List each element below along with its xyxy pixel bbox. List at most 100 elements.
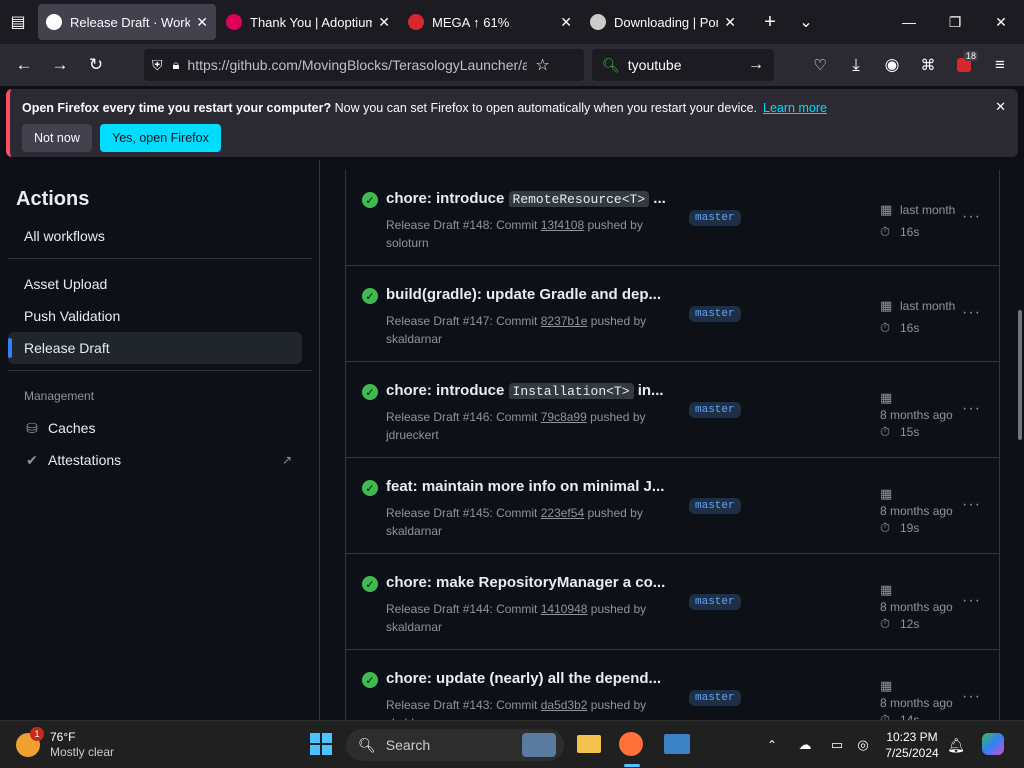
workflow-run-row[interactable]: ✓ chore: introduce Installation<T> in...…	[345, 362, 1000, 458]
run-title-text: chore: update (nearly) all the depend...	[386, 670, 662, 687]
back-button[interactable]: ←	[6, 47, 42, 83]
hamburger-menu-icon[interactable]: ≡	[982, 47, 1018, 83]
list-all-tabs-icon[interactable]: ▤	[0, 0, 36, 44]
commit-sha-link[interactable]: 79c8a99	[541, 410, 587, 424]
run-title[interactable]: chore: update (nearly) all the depend...	[386, 670, 676, 687]
workflow-run-row[interactable]: ✓ chore: introduce RemoteResource<T> ...…	[345, 170, 1000, 266]
workflow-run-row[interactable]: ✓ build(gradle): update Gradle and dep..…	[345, 266, 1000, 362]
branch-badge[interactable]: master	[689, 594, 741, 610]
close-notification-icon[interactable]: ✕	[995, 99, 1006, 115]
taskbar-search-box[interactable]: 🔍︎ Search	[346, 729, 564, 761]
close-tab-icon[interactable]: ✕	[724, 14, 736, 31]
commit-sha-link[interactable]: 223ef54	[541, 506, 584, 520]
run-title[interactable]: chore: introduce Installation<T> in...	[386, 382, 676, 399]
commit-sha-link[interactable]: 8237b1e	[541, 314, 588, 328]
url-bar[interactable]: ⛨ 🔒︎ https://github.com/MovingBlocks/Ter…	[144, 49, 584, 81]
onedrive-icon[interactable]: ☁	[794, 733, 816, 757]
tab-overflow-chevron-icon[interactable]: ⌄	[788, 0, 824, 44]
stopwatch-icon: ⏱︎	[880, 616, 891, 631]
sidebar-item-attestations[interactable]: ✔ Attestations ↗	[8, 444, 302, 476]
weather-widget[interactable]: 1 76°F Mostly clear	[16, 727, 126, 763]
kebab-menu-icon[interactable]: ···	[962, 400, 981, 418]
extension-badge-icon[interactable]: 18	[946, 47, 982, 83]
new-tab-button[interactable]: +	[752, 0, 788, 44]
calendar-icon: ▦	[880, 298, 893, 313]
account-icon[interactable]: ◉	[874, 47, 910, 83]
kebab-menu-icon[interactable]: ···	[962, 592, 981, 610]
commit-sha-link[interactable]: 1410948	[541, 602, 588, 616]
branch-badge[interactable]: master	[689, 498, 741, 514]
display-icon[interactable]: ▭	[826, 733, 848, 757]
kebab-menu-icon[interactable]: ···	[962, 208, 981, 226]
run-user[interactable]: skaldarnar	[386, 524, 442, 538]
file-explorer-icon[interactable]	[574, 729, 604, 759]
lock-icon[interactable]: 🔒︎	[173, 57, 180, 73]
firefox-taskbar-icon[interactable]	[616, 729, 646, 759]
yes-open-firefox-button[interactable]: Yes, open Firefox	[100, 124, 221, 152]
close-window-button[interactable]: ✕	[978, 0, 1024, 44]
branch-badge[interactable]: master	[689, 210, 741, 226]
close-tab-icon[interactable]: ✕	[196, 14, 208, 31]
run-user[interactable]: skaldarnar	[386, 620, 442, 634]
sidebar-item-all-workflows[interactable]: All workflows	[8, 220, 302, 252]
run-duration: ⏱︎ 19s	[880, 520, 919, 536]
page-scrollbar-thumb[interactable]	[1018, 310, 1022, 440]
extensions-puzzle-icon[interactable]: ⌘	[910, 47, 946, 83]
workflow-run-row[interactable]: ✓ feat: maintain more info on minimal J.…	[345, 458, 1000, 554]
run-date: ▦ 8 months ago	[880, 582, 953, 614]
run-title[interactable]: build(gradle): update Gradle and dep...	[386, 286, 676, 303]
pocket-icon[interactable]: ♡	[802, 47, 838, 83]
kebab-menu-icon[interactable]: ···	[962, 688, 981, 706]
start-button[interactable]	[306, 729, 336, 759]
maximize-button[interactable]: ❐	[932, 0, 978, 44]
run-title[interactable]: chore: introduce RemoteResource<T> ...	[386, 190, 676, 207]
branch-badge[interactable]: master	[689, 306, 741, 322]
branch-badge[interactable]: master	[689, 690, 741, 706]
run-user[interactable]: skaldarnar	[386, 332, 442, 346]
sidebar-item-push-validation[interactable]: Push Validation	[8, 300, 302, 332]
learn-more-link[interactable]: Learn more	[763, 101, 827, 115]
show-hidden-icons-chevron-icon[interactable]: ⌃	[762, 733, 782, 757]
run-title[interactable]: feat: maintain more info on minimal J...	[386, 478, 676, 495]
copilot-icon[interactable]	[980, 729, 1006, 759]
workflow-run-row[interactable]: ✓ chore: update (nearly) all the depend.…	[345, 650, 1000, 720]
bookmark-star-icon[interactable]: ☆	[535, 55, 549, 75]
management-label: Management	[24, 389, 95, 403]
tab-3[interactable]: Downloading | Portabl ✕	[582, 4, 744, 40]
calendar-icon: ▦	[880, 202, 893, 217]
search-bar[interactable]: 🔍︎ tyoutube →	[592, 49, 774, 81]
sidebar-item-caches[interactable]: ⛁ Caches	[8, 412, 302, 444]
kebab-menu-icon[interactable]: ···	[962, 496, 981, 514]
url-text[interactable]: https://github.com/MovingBlocks/Terasolo…	[187, 57, 527, 73]
run-title[interactable]: chore: make RepositoryManager a co...	[386, 574, 676, 591]
app-taskbar-icon[interactable]	[662, 729, 692, 759]
kebab-menu-icon[interactable]: ···	[962, 304, 981, 322]
actions-heading: Actions	[16, 188, 90, 210]
tab-1[interactable]: Thank You | Adoptium ✕	[218, 4, 398, 40]
not-now-button[interactable]: Not now	[22, 124, 92, 152]
commit-sha-link[interactable]: da5d3b2	[541, 698, 588, 712]
tab-0[interactable]: Release Draft · Workflo ✕	[38, 4, 216, 40]
tab-2[interactable]: MEGA ↑ 61% ✕	[400, 4, 580, 40]
forward-button[interactable]: →	[42, 47, 78, 83]
search-go-arrow-icon[interactable]: →	[748, 56, 764, 74]
search-engine-icon[interactable]: 🔍︎	[602, 57, 620, 74]
close-tab-icon[interactable]: ✕	[560, 14, 572, 31]
network-icon[interactable]: ◎	[852, 733, 874, 757]
reload-button[interactable]: ↻	[78, 47, 114, 83]
minimize-button[interactable]: —	[886, 0, 932, 44]
sidebar-item-asset-upload[interactable]: Asset Upload	[8, 268, 302, 300]
clock[interactable]: 10:23 PM 7/25/2024	[882, 727, 942, 763]
downloads-icon[interactable]: ⤓	[838, 47, 874, 83]
close-tab-icon[interactable]: ✕	[378, 14, 390, 31]
sidebar-item-release-draft[interactable]: Release Draft	[8, 332, 302, 364]
commit-sha-link[interactable]: 13f4108	[541, 218, 584, 232]
tracking-protection-shield-icon[interactable]: ⛨	[152, 57, 163, 74]
run-user[interactable]: soloturn	[386, 236, 429, 250]
run-user[interactable]: jdrueckert	[386, 428, 439, 442]
workflow-run-row[interactable]: ✓ chore: make RepositoryManager a co... …	[345, 554, 1000, 650]
branch-badge[interactable]: master	[689, 402, 741, 418]
stopwatch-icon: ⏱︎	[880, 520, 891, 535]
notifications-bell-icon[interactable]: 🔔︎	[946, 733, 966, 757]
search-bar-text[interactable]: tyoutube	[628, 57, 682, 73]
